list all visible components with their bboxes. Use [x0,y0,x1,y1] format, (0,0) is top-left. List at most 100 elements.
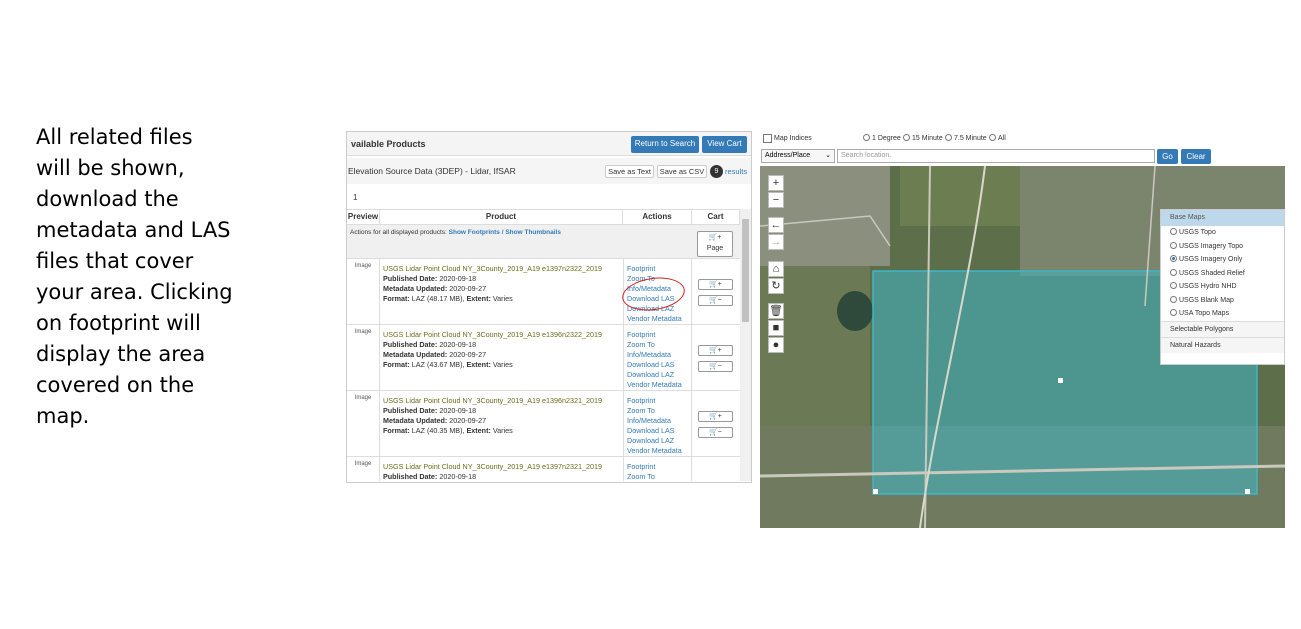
footprint-link[interactable]: Footprint [627,462,691,472]
info-metadata-link[interactable]: Info/Metadata [627,416,691,426]
home-icon[interactable]: ⌂ [768,261,784,277]
grid-option-7-5-minute[interactable]: 7.5 Minute [945,134,987,142]
download-laz-link[interactable]: Download LAZ [627,436,691,446]
base-map-label: USGS Hydro NHD [1179,283,1237,290]
map-indices-checkbox[interactable] [763,134,772,143]
show-thumbnails-link[interactable]: / Show Thumbnails [502,229,561,236]
zoom-in-button[interactable]: + [768,175,784,191]
natural-hazards-section[interactable]: Natural Hazards [1161,336,1284,353]
remove-from-cart-button[interactable]: 🛒− [698,427,733,438]
page-number[interactable]: 1 [353,193,357,202]
grid-option-1-degree[interactable]: 1 Degree [863,134,901,142]
base-map-label: USA Topo Maps [1179,310,1230,317]
clear-button[interactable]: Clear [1181,149,1211,164]
products-scrollbar[interactable] [740,209,751,481]
published-label: Published Date: [383,472,438,481]
save-as-text-button[interactable]: Save as Text [605,165,654,178]
column-header-preview: Preview [347,209,380,225]
base-map-option[interactable]: USGS Hydro NHD [1161,280,1284,294]
extent-label: Extent: [466,426,491,435]
caption-line: All related files [36,125,193,149]
vendor-metadata-link[interactable]: Vendor Metadata [627,380,691,390]
remove-from-cart-button[interactable]: 🛒− [698,295,733,306]
download-las-link[interactable]: Download LAS [627,360,691,370]
product-name: USGS Lidar Point Cloud NY_3County_2019_A… [383,264,602,273]
base-map-label: USGS Blank Map [1179,296,1234,304]
back-arrow-icon[interactable]: ← [768,217,784,233]
map-panel: Map Indices 1 Degree 15 Minute 7.5 Minut… [760,131,1285,528]
add-to-cart-button[interactable]: 🛒+ [698,279,733,290]
add-page-to-cart-button[interactable]: 🛒+ Page [697,231,733,257]
grid-option-all[interactable]: All [989,134,1006,142]
caption-line: your area. Clicking [36,280,233,304]
format-label: Format: [383,426,410,435]
product-name: USGS Lidar Point Cloud NY_3County_2019_A… [383,330,602,339]
cart-plus-icon: 🛒+ [708,234,722,241]
extent-label: Extent: [466,360,491,369]
forward-arrow-icon[interactable]: → [768,234,784,250]
footprint-link[interactable]: Footprint [627,330,691,340]
add-to-cart-button[interactable]: 🛒+ [698,345,733,356]
product-info: USGS Lidar Point Cloud NY_3County_2019_A… [383,462,623,481]
updated-date: 2020-09-27 [449,284,487,293]
zoom-to-link[interactable]: Zoom To [627,340,691,350]
grid-option-label: 1 Degree [872,135,901,142]
base-map-label: USGS Topo [1179,229,1216,236]
format-value: LAZ (48.17 MB), [411,294,465,303]
grid-option-15-minute[interactable]: 15 Minute [903,134,943,142]
footprint-link[interactable]: Footprint [627,396,691,406]
square-draw-icon[interactable]: ■ [768,320,784,336]
base-map-option[interactable]: USGS Imagery Topo [1161,240,1284,254]
return-to-search-button[interactable]: Return to Search [631,136,699,153]
search-location-input[interactable]: Search location. [837,149,1155,163]
go-button[interactable]: Go [1157,149,1178,164]
published-date: 2020-09-18 [439,472,477,481]
add-to-cart-button[interactable]: 🛒+ [698,411,733,422]
extent-value: Varies [492,294,513,303]
zoom-to-link[interactable]: Zoom To [627,406,691,416]
base-map-option[interactable]: USGS Topo [1161,226,1284,240]
cart-page-label: Page [706,245,724,252]
refresh-icon[interactable]: ↻ [768,278,784,294]
results-label: results [725,167,748,176]
download-laz-link[interactable]: Download LAZ [627,370,691,380]
extent-value: Varies [492,426,513,435]
remove-from-cart-button[interactable]: 🛒− [698,361,733,372]
download-las-link[interactable]: Download LAS [627,426,691,436]
info-metadata-link[interactable]: Info/Metadata [627,350,691,360]
preview-image: Image [347,457,380,481]
zoom-out-button[interactable]: − [768,192,784,208]
instruction-caption: All related files will be shown, downloa… [36,122,246,432]
show-footprints-link[interactable]: Show Footprints [449,229,500,236]
updated-date: 2020-09-27 [449,416,487,425]
caption-line: map. [36,404,90,428]
address-place-select[interactable]: Address/Place ⌄ [761,149,835,163]
base-map-label: USGS Imagery Only [1179,256,1243,263]
footprint-link[interactable]: Footprint [627,264,691,274]
preview-image: Image [347,325,380,390]
trash-icon[interactable]: 🗑 [768,303,784,319]
map-pin-icon[interactable]: ● [768,337,784,353]
map-indices-bar: Map Indices 1 Degree 15 Minute 7.5 Minut… [760,131,1285,148]
caption-line: files that cover [36,249,194,273]
base-map-option[interactable]: USA Topo Maps [1161,307,1284,321]
panel-title: vailable Products [351,139,426,149]
updated-label: Metadata Updated: [383,350,448,359]
column-header-product: Product [380,209,623,225]
base-map-option[interactable]: USGS Shaded Relief [1161,267,1284,281]
caption-line: will be shown, [36,156,185,180]
chevron-down-icon: ⌄ [825,152,831,159]
radio-icon [945,134,952,141]
view-cart-button[interactable]: View Cart [702,136,747,153]
product-info: USGS Lidar Point Cloud NY_3County_2019_A… [383,264,623,304]
selectable-polygons-section[interactable]: Selectable Polygons [1161,320,1284,337]
base-map-option-selected[interactable]: USGS Imagery Only [1161,253,1284,267]
legend-title: Base Maps [1161,210,1284,226]
base-map-option[interactable]: USGS Blank Map [1161,294,1284,308]
zoom-to-link[interactable]: Zoom To [627,472,691,481]
product-name: USGS Lidar Point Cloud NY_3County_2019_A… [383,462,602,471]
vendor-metadata-link[interactable]: Vendor Metadata [627,446,691,456]
save-as-csv-button[interactable]: Save as CSV [657,165,707,178]
scrollbar-thumb[interactable] [742,219,749,322]
vendor-metadata-link[interactable]: Vendor Metadata [627,314,691,324]
